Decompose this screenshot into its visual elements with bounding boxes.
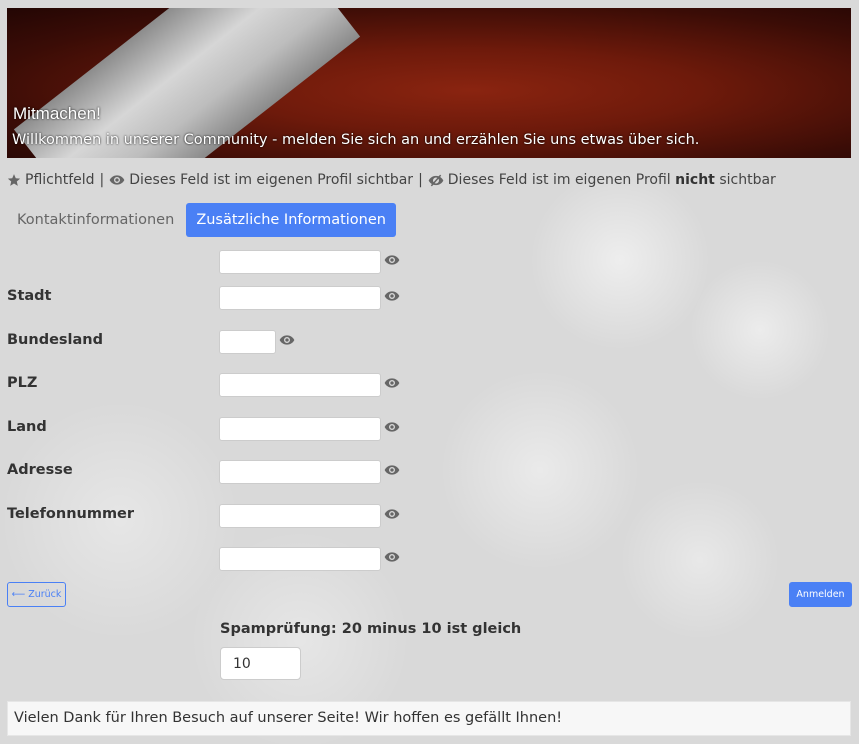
star-icon — [7, 172, 25, 188]
telefonnummer-input[interactable] — [219, 504, 381, 528]
eye-icon — [384, 463, 400, 481]
tab-zusaetzliche-informationen[interactable]: Zusätzliche Informationen — [186, 203, 396, 237]
adresse-label: Adresse — [7, 462, 73, 478]
form-tabs: Kontaktinformationen Zusätzliche Informa… — [7, 203, 396, 237]
extra-field-2-input[interactable] — [219, 547, 381, 571]
eye-icon — [384, 507, 400, 525]
form-row: Land — [7, 417, 427, 441]
legend-hidden-suffix: sichtbar — [719, 172, 776, 188]
form-row: Telefonnummer — [7, 504, 427, 528]
form-row: Stadt — [7, 286, 427, 310]
tab-kontaktinformationen[interactable]: Kontaktinformationen — [7, 203, 184, 237]
footer-message: Vielen Dank für Ihren Besuch auf unserer… — [7, 701, 851, 736]
legend-required: Pflichtfeld — [25, 172, 95, 188]
telefonnummer-label: Telefonnummer — [7, 506, 135, 522]
spam-check-input[interactable] — [220, 647, 301, 680]
back-button[interactable]: ⟵ Zurück — [7, 582, 66, 607]
legend-visible: Dieses Feld ist im eigenen Profil sichtb… — [129, 172, 414, 188]
legend-separator: | — [99, 172, 105, 188]
stadt-label: Stadt — [7, 288, 52, 304]
legend-separator: | — [418, 172, 423, 188]
register-button[interactable]: Anmelden — [789, 582, 852, 607]
banner-subtitle: Willkommen in unserer Community - melden… — [12, 132, 700, 148]
eye-icon — [384, 420, 400, 438]
legend-hidden-bold: nicht — [675, 172, 715, 188]
stadt-input[interactable] — [219, 286, 381, 310]
eye-icon — [384, 253, 400, 271]
bundesland-label: Bundesland — [7, 332, 103, 348]
eye-icon — [109, 172, 129, 188]
spam-check-label: Spamprüfung: 20 minus 10 ist gleich — [220, 621, 522, 637]
legend-hidden-prefix: Dieses Feld ist im eigenen Profil — [447, 172, 671, 188]
plz-label: PLZ — [7, 375, 38, 391]
form-row: Adresse — [7, 460, 427, 484]
eye-icon — [384, 376, 400, 394]
adresse-input[interactable] — [219, 460, 381, 484]
form-row — [7, 250, 427, 274]
extra-field-1-input[interactable] — [219, 250, 381, 274]
eye-icon — [384, 550, 400, 568]
eye-icon — [384, 289, 400, 307]
plz-input[interactable] — [219, 373, 381, 397]
field-legend: Pflichtfeld | Dieses Feld ist im eigenen… — [7, 172, 776, 188]
form-row: Bundesland — [7, 330, 427, 354]
land-input[interactable] — [219, 417, 381, 441]
banner-title: Mitmachen! — [13, 104, 101, 123]
header-banner: Mitmachen! Willkommen in unserer Communi… — [7, 8, 851, 158]
form-row — [7, 547, 427, 571]
eye-icon — [279, 333, 295, 351]
eye-slash-icon — [428, 172, 448, 188]
form-row: PLZ — [7, 373, 427, 397]
land-label: Land — [7, 419, 47, 435]
bundesland-input[interactable] — [219, 330, 276, 354]
